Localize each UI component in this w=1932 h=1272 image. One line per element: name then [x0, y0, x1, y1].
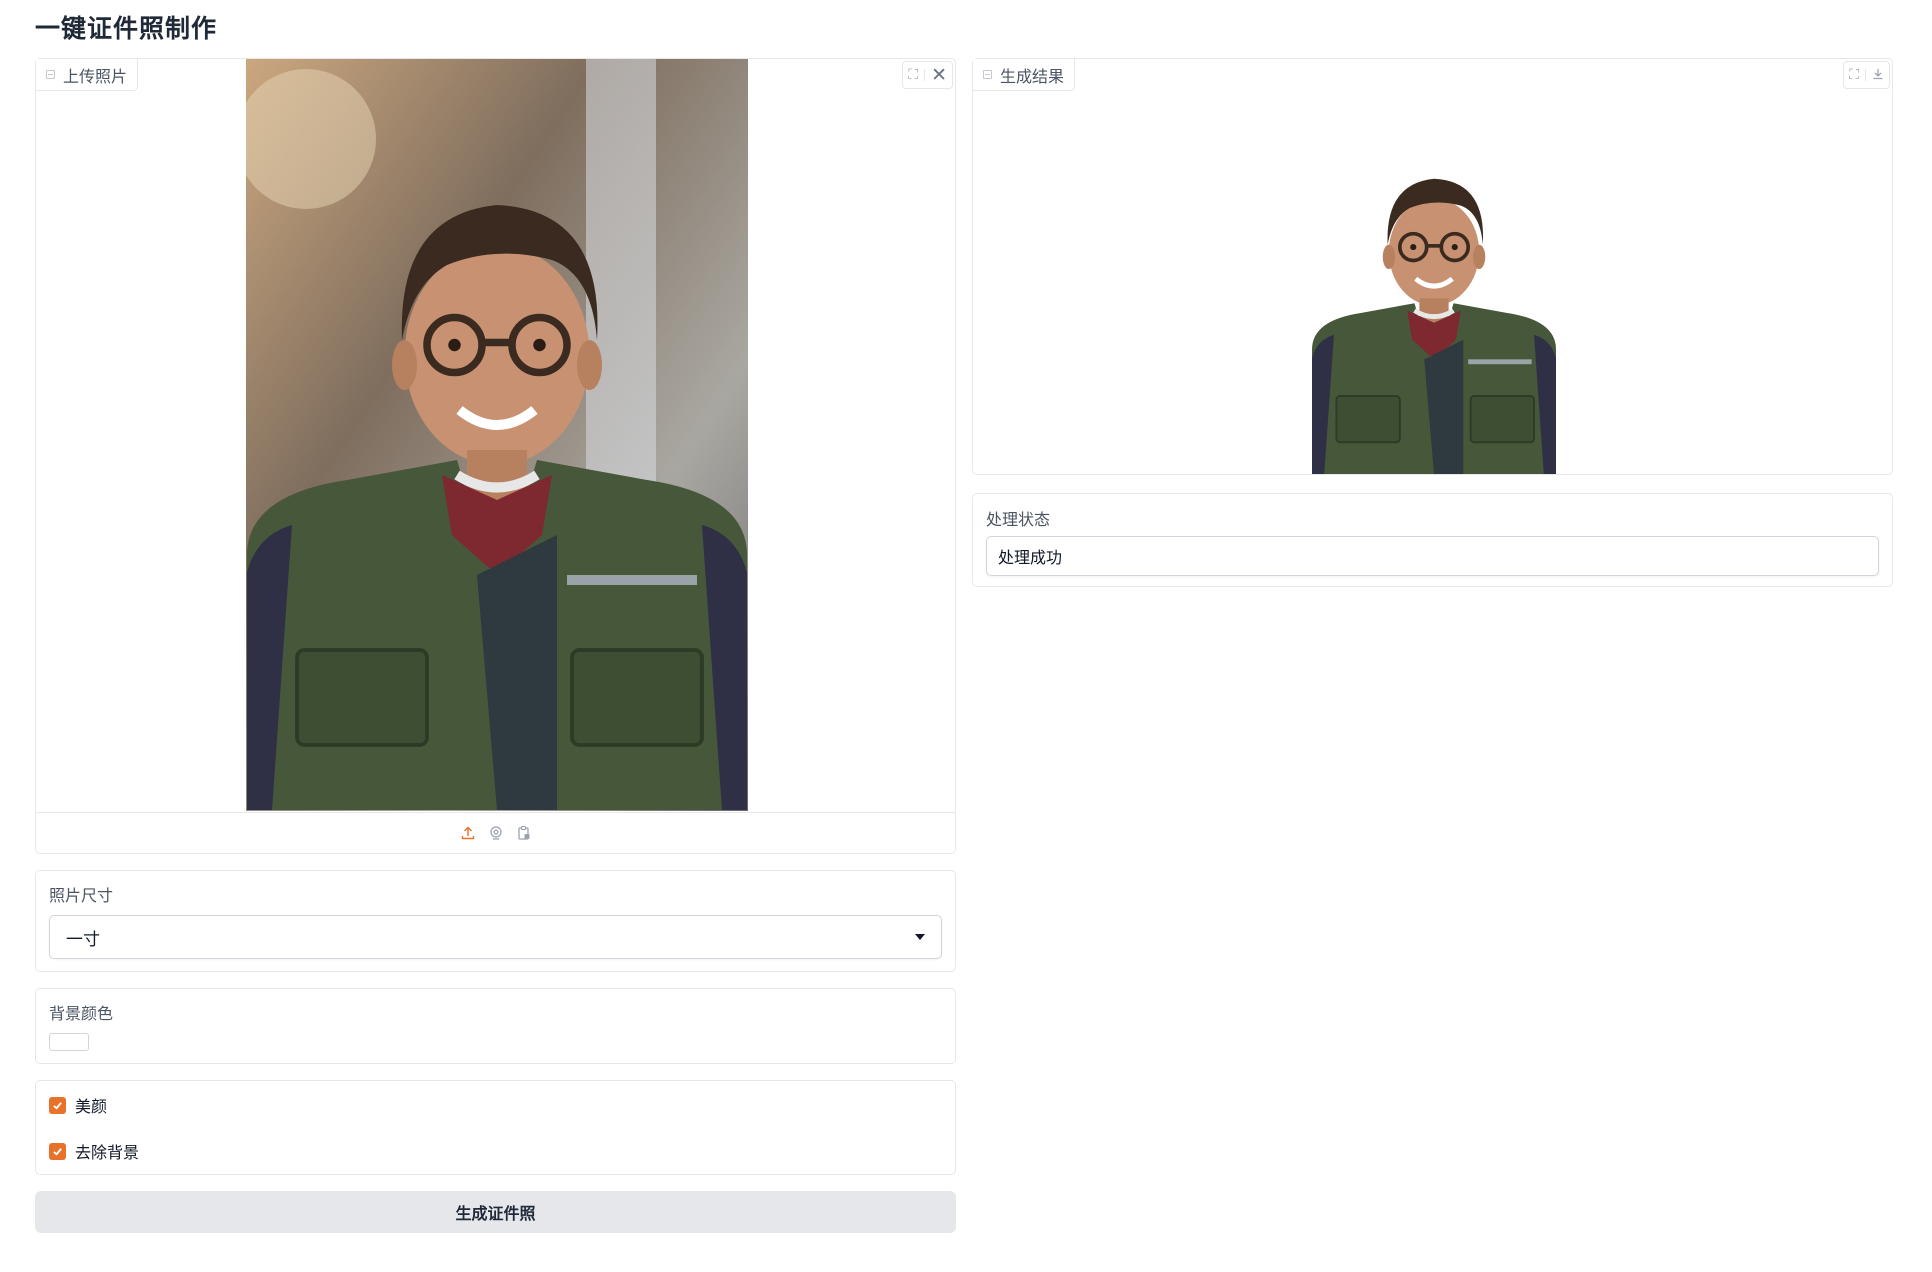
- photo-size-label: 照片尺寸: [49, 886, 114, 905]
- result-image-toolbar: ⛶: [1843, 61, 1890, 89]
- result-image-panel: 生成结果 ⛶: [972, 58, 1893, 475]
- remove-background-label: 去除背景: [75, 1143, 140, 1162]
- beauty-label: 美颜: [75, 1097, 108, 1116]
- image-icon: [46, 70, 55, 79]
- upload-image-label: 上传照片: [36, 59, 139, 91]
- uploaded-photo: [246, 59, 748, 811]
- status-label: 处理状态: [986, 510, 1051, 529]
- fullscreen-icon[interactable]: ⛶: [1849, 68, 1859, 82]
- close-icon[interactable]: ✕: [931, 65, 947, 85]
- divider: [924, 69, 926, 81]
- photo-size-field: 照片尺寸 一寸: [35, 870, 956, 972]
- download-icon[interactable]: [1872, 68, 1884, 83]
- clipboard-icon[interactable]: [515, 824, 533, 842]
- remove-background-checkbox[interactable]: 去除背景: [49, 1139, 139, 1163]
- checkbox-checked-icon[interactable]: [49, 1142, 66, 1160]
- webcam-icon[interactable]: [487, 824, 505, 842]
- photo-size-select[interactable]: 一寸: [49, 915, 942, 959]
- fullscreen-icon[interactable]: ⛶: [908, 68, 918, 82]
- image-source-bar: [36, 812, 955, 853]
- upload-image-panel[interactable]: 上传照片 ⛶ ✕: [35, 58, 956, 854]
- photo-size-value: 一寸: [66, 929, 100, 950]
- status-value: 处理成功: [998, 548, 1063, 567]
- background-color-label: 背景颜色: [49, 1004, 114, 1023]
- chevron-down-icon: [915, 934, 925, 940]
- divider: [1865, 69, 1866, 81]
- status-textbox[interactable]: 处理成功: [986, 536, 1879, 576]
- options-group: 美颜 去除背景: [35, 1080, 956, 1175]
- beauty-checkbox[interactable]: 美颜: [49, 1093, 107, 1117]
- upload-icon[interactable]: [459, 824, 477, 842]
- result-image-label-text: 生成结果: [1000, 66, 1065, 86]
- generate-button[interactable]: 生成证件照: [35, 1191, 956, 1233]
- image-icon: [983, 70, 992, 79]
- background-color-field: 背景颜色: [35, 988, 956, 1064]
- background-color-picker[interactable]: [49, 1033, 89, 1051]
- result-photo: [1296, 108, 1572, 474]
- status-field: 处理状态 处理成功: [972, 493, 1893, 587]
- result-image-label: 生成结果: [973, 59, 1076, 91]
- upload-image-label-text: 上传照片: [63, 66, 128, 86]
- upload-image-toolbar: ⛶ ✕: [902, 61, 953, 89]
- page-title: 一键证件照制作: [35, 14, 218, 43]
- checkbox-checked-icon[interactable]: [49, 1096, 66, 1114]
